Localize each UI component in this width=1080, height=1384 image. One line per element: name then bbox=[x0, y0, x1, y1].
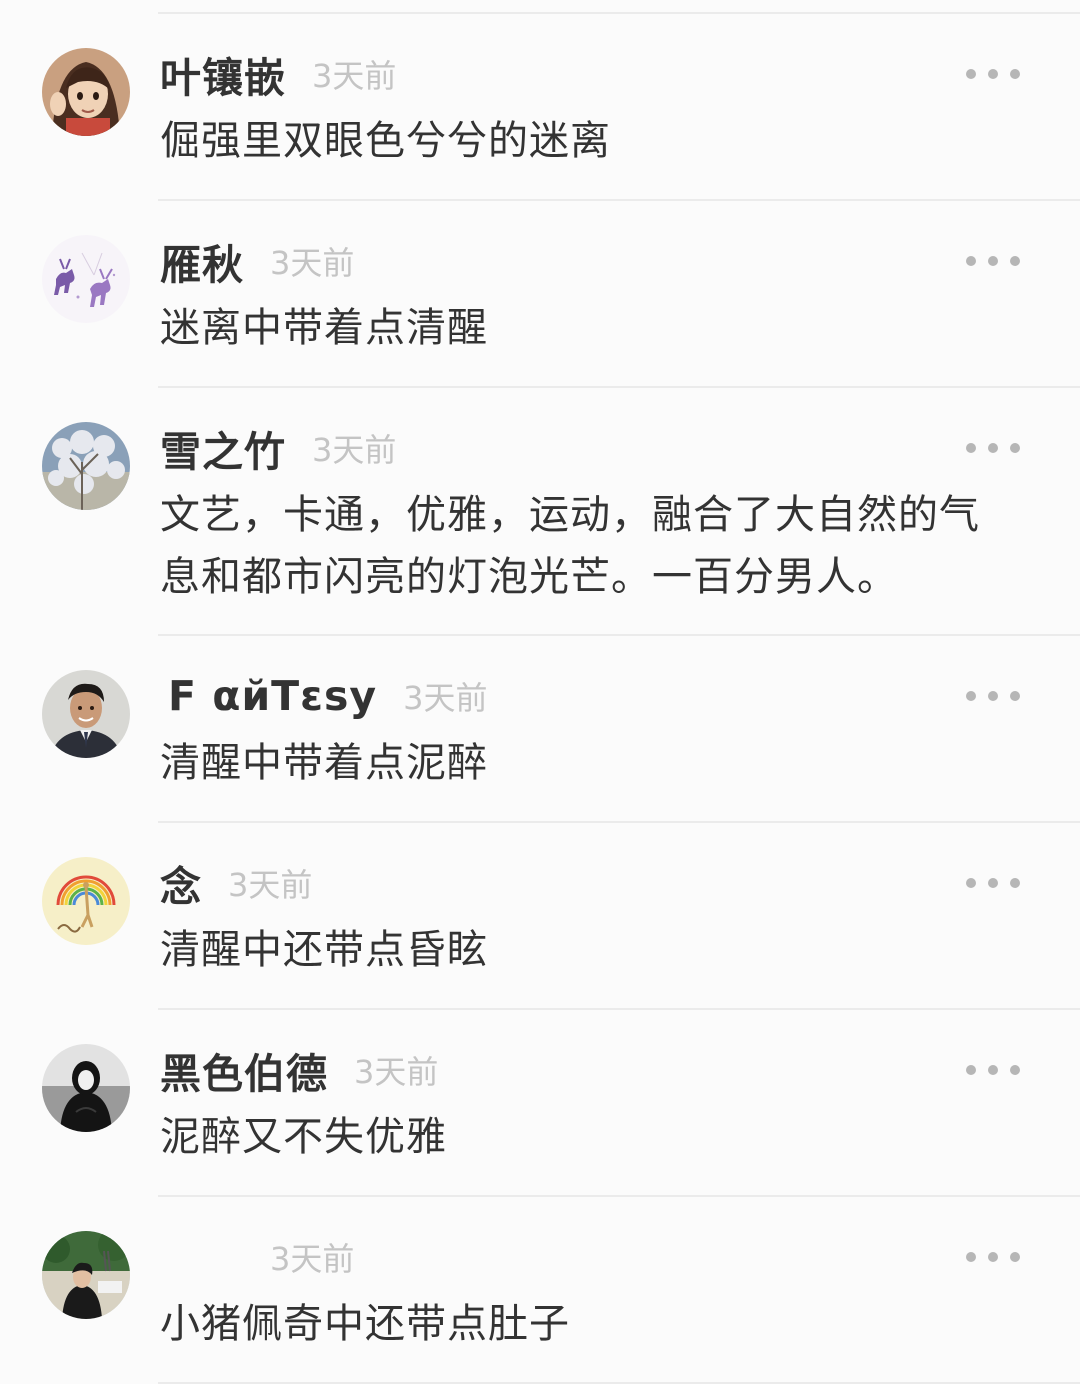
outdoor-photo-avatar-icon[interactable] bbox=[42, 1231, 130, 1319]
comment-content: 小猪佩奇中还带点肚子 bbox=[160, 1301, 570, 1347]
comment-item: 叶镶嵌 3天前 倔强里双眼色兮兮的迷离 bbox=[0, 14, 1080, 201]
comment-item: 黑色伯德 3天前 泥醉又不失优雅 bbox=[0, 1010, 1080, 1197]
username[interactable]: 黑色伯德 bbox=[160, 1040, 328, 1100]
comment-content: 清醒中带着点泥醉 bbox=[160, 740, 488, 786]
more-options-icon[interactable] bbox=[966, 436, 1020, 460]
comment-time: 3天前 bbox=[354, 1053, 439, 1091]
comment-content: 清醒中还带点昏眩 bbox=[160, 927, 488, 973]
username[interactable]: 叶镶嵌 bbox=[160, 44, 286, 104]
snowy-tree-avatar-icon[interactable] bbox=[42, 422, 130, 510]
comment-time: 3天前 bbox=[312, 431, 397, 469]
rainbow-giraffe-avatar-icon[interactable] bbox=[42, 857, 130, 945]
more-options-icon[interactable] bbox=[966, 1245, 1020, 1269]
comment-content: 泥醉又不失优雅 bbox=[160, 1114, 447, 1160]
hooded-figure-avatar-icon[interactable] bbox=[42, 1044, 130, 1132]
more-options-icon[interactable] bbox=[966, 684, 1020, 708]
more-options-icon[interactable] bbox=[966, 62, 1020, 86]
comment-time: 3天前 bbox=[403, 679, 488, 717]
deer-avatar-icon[interactable] bbox=[42, 235, 130, 323]
comment-content: 迷离中带着点清醒 bbox=[160, 305, 488, 351]
comment-item: 雁秋 3天前 迷离中带着点清醒 bbox=[0, 201, 1080, 388]
comment-item: 雪之竹 3天前 文艺，卡通，优雅，运动，融合了大自然的气息和都市闪亮的灯泡光芒。… bbox=[0, 388, 1080, 636]
anime-girl-avatar-icon[interactable] bbox=[42, 48, 130, 136]
comment-item: 念 3天前 清醒中还带点昏眩 bbox=[0, 823, 1080, 1010]
comment-list: 叶镶嵌 3天前 倔强里双眼色兮兮的迷离 雁秋 3天前 迷离中带着点清醒 雪之竹 … bbox=[0, 0, 1080, 1384]
more-options-icon[interactable] bbox=[966, 249, 1020, 273]
comment-time: 3天前 bbox=[270, 244, 355, 282]
comment-time: 3天前 bbox=[270, 1240, 355, 1278]
comment-time: 3天前 bbox=[312, 57, 397, 95]
comment-item: F αйTεsy 3天前 清醒中带着点泥醉 bbox=[0, 636, 1080, 823]
username[interactable]: 雪之竹 bbox=[160, 418, 286, 478]
comment-item: 3天前 小猪佩奇中还带点肚子 bbox=[0, 1197, 1080, 1384]
comment-time: 3天前 bbox=[228, 866, 313, 904]
comment-content: 文艺，卡通，优雅，运动，融合了大自然的气息和都市闪亮的灯泡光芒。一百分男人。 bbox=[160, 492, 980, 600]
more-options-icon[interactable] bbox=[966, 871, 1020, 895]
username[interactable]: 念 bbox=[160, 853, 202, 913]
more-options-icon[interactable] bbox=[966, 1058, 1020, 1082]
man-in-suit-avatar-icon[interactable] bbox=[42, 670, 130, 758]
username[interactable]: 雁秋 bbox=[160, 231, 244, 291]
comment-content: 倔强里双眼色兮兮的迷离 bbox=[160, 118, 611, 164]
username[interactable]: F αйTεsy bbox=[168, 672, 377, 720]
